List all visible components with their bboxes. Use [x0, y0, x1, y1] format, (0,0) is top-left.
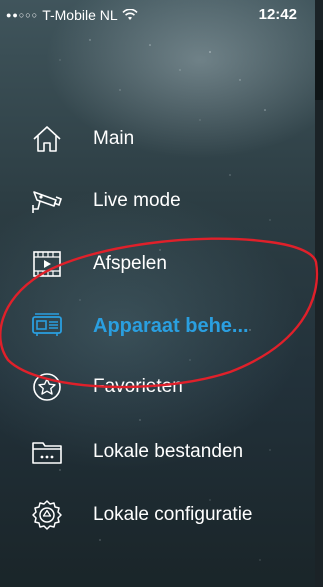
signal-strength: ●●○○○ [6, 10, 39, 20]
menu-item-lokale-configuratie[interactable]: Lokale configuratie [0, 487, 315, 543]
main-content-edge[interactable] [315, 0, 323, 587]
star-icon [33, 373, 61, 401]
menu-item-live-mode[interactable]: Live mode [0, 173, 315, 229]
menu-item-label: Lokale configuratie [93, 504, 253, 525]
playback-icon [33, 251, 61, 277]
status-bar: ●●○○○ T-Mobile NL 12:42 [0, 0, 315, 28]
menu-item-label: Live mode [93, 190, 181, 211]
menu-item-main[interactable]: Main [0, 111, 315, 167]
menu-item-label: Main [93, 128, 135, 149]
status-time: 12:42 [258, 6, 297, 23]
carrier-name: T-Mobile NL [42, 7, 118, 23]
home-icon [33, 126, 61, 152]
menu-item-afspelen[interactable]: Afspelen [0, 236, 315, 292]
camera-icon [32, 191, 62, 213]
menu-item-label: Favorieten [93, 376, 183, 397]
folder-icon [32, 442, 62, 464]
menu-item-apparaat-beheer[interactable]: Apparaat behe... [0, 298, 315, 354]
menu-item-label: Lokale bestanden [93, 441, 244, 462]
menu-item-favorieten[interactable]: Favorieten [0, 359, 315, 415]
wifi-icon [122, 9, 138, 20]
gear-icon [32, 500, 62, 530]
menu-item-lokale-bestanden[interactable]: Lokale bestanden [0, 424, 315, 480]
menu-item-label: Afspelen [93, 253, 167, 274]
menu-item-label: Apparaat behe... [93, 314, 249, 337]
device-icon [32, 313, 62, 336]
status-left: ●●○○○ T-Mobile NL [6, 7, 138, 23]
